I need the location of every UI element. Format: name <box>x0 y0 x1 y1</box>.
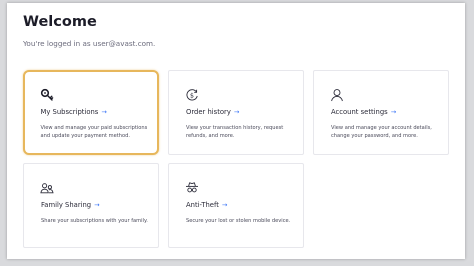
card-title-label: Account settings <box>331 108 388 116</box>
card-title-label: Family Sharing <box>41 201 92 209</box>
card-title-label: Anti-Theft <box>186 201 219 209</box>
card-title[interactable]: Anti-Theft → <box>186 201 227 210</box>
arrow-right-icon: → <box>390 108 397 116</box>
card-title-label: Order history <box>186 108 231 116</box>
family-sharing-card[interactable]: Family Sharing → Share your subscriptions… <box>23 163 159 248</box>
arrow-right-icon: → <box>233 108 240 116</box>
account-settings-card[interactable]: Account settings → View and manage your a… <box>313 70 449 155</box>
card-description: View your transaction history, request r… <box>186 125 284 139</box>
card-title-label: My Subscriptions <box>40 107 99 116</box>
key-icon <box>40 87 54 101</box>
arrow-right-icon: → <box>101 107 107 116</box>
card-title[interactable]: Family Sharing → <box>41 201 100 210</box>
card-title[interactable]: My Subscriptions → <box>41 108 107 117</box>
card-title[interactable]: Account settings → <box>331 108 396 117</box>
account-panel: Welcome You're logged in as user@avast.c… <box>7 3 465 259</box>
page-title: Welcome <box>23 14 97 30</box>
arrow-right-icon: → <box>94 201 100 209</box>
order-history-card[interactable]: $ Order history → View your transaction h… <box>168 70 304 155</box>
logged-in-text: You're logged in as user@avast.com. <box>23 39 156 48</box>
dollar-circle-icon: $ <box>185 87 199 101</box>
svg-text:$: $ <box>190 92 194 99</box>
card-description: View and manage your paid subscriptions … <box>40 124 148 139</box>
arrow-right-icon: → <box>221 201 228 209</box>
my-subscriptions-card[interactable]: My Subscriptions → View and manage your p… <box>23 70 159 155</box>
anti-theft-card[interactable]: Anti-Theft → Secure your lost or stolen m… <box>168 163 304 248</box>
family-icon <box>40 180 54 194</box>
spy-icon <box>185 180 199 194</box>
user-icon <box>330 87 344 102</box>
card-description: View and manage your account details, ch… <box>331 125 432 139</box>
card-description: Share your subscriptions with your famil… <box>41 218 148 224</box>
card-title[interactable]: Order history → <box>186 108 239 117</box>
card-description: Secure your lost or stolen mobile device… <box>186 218 291 224</box>
